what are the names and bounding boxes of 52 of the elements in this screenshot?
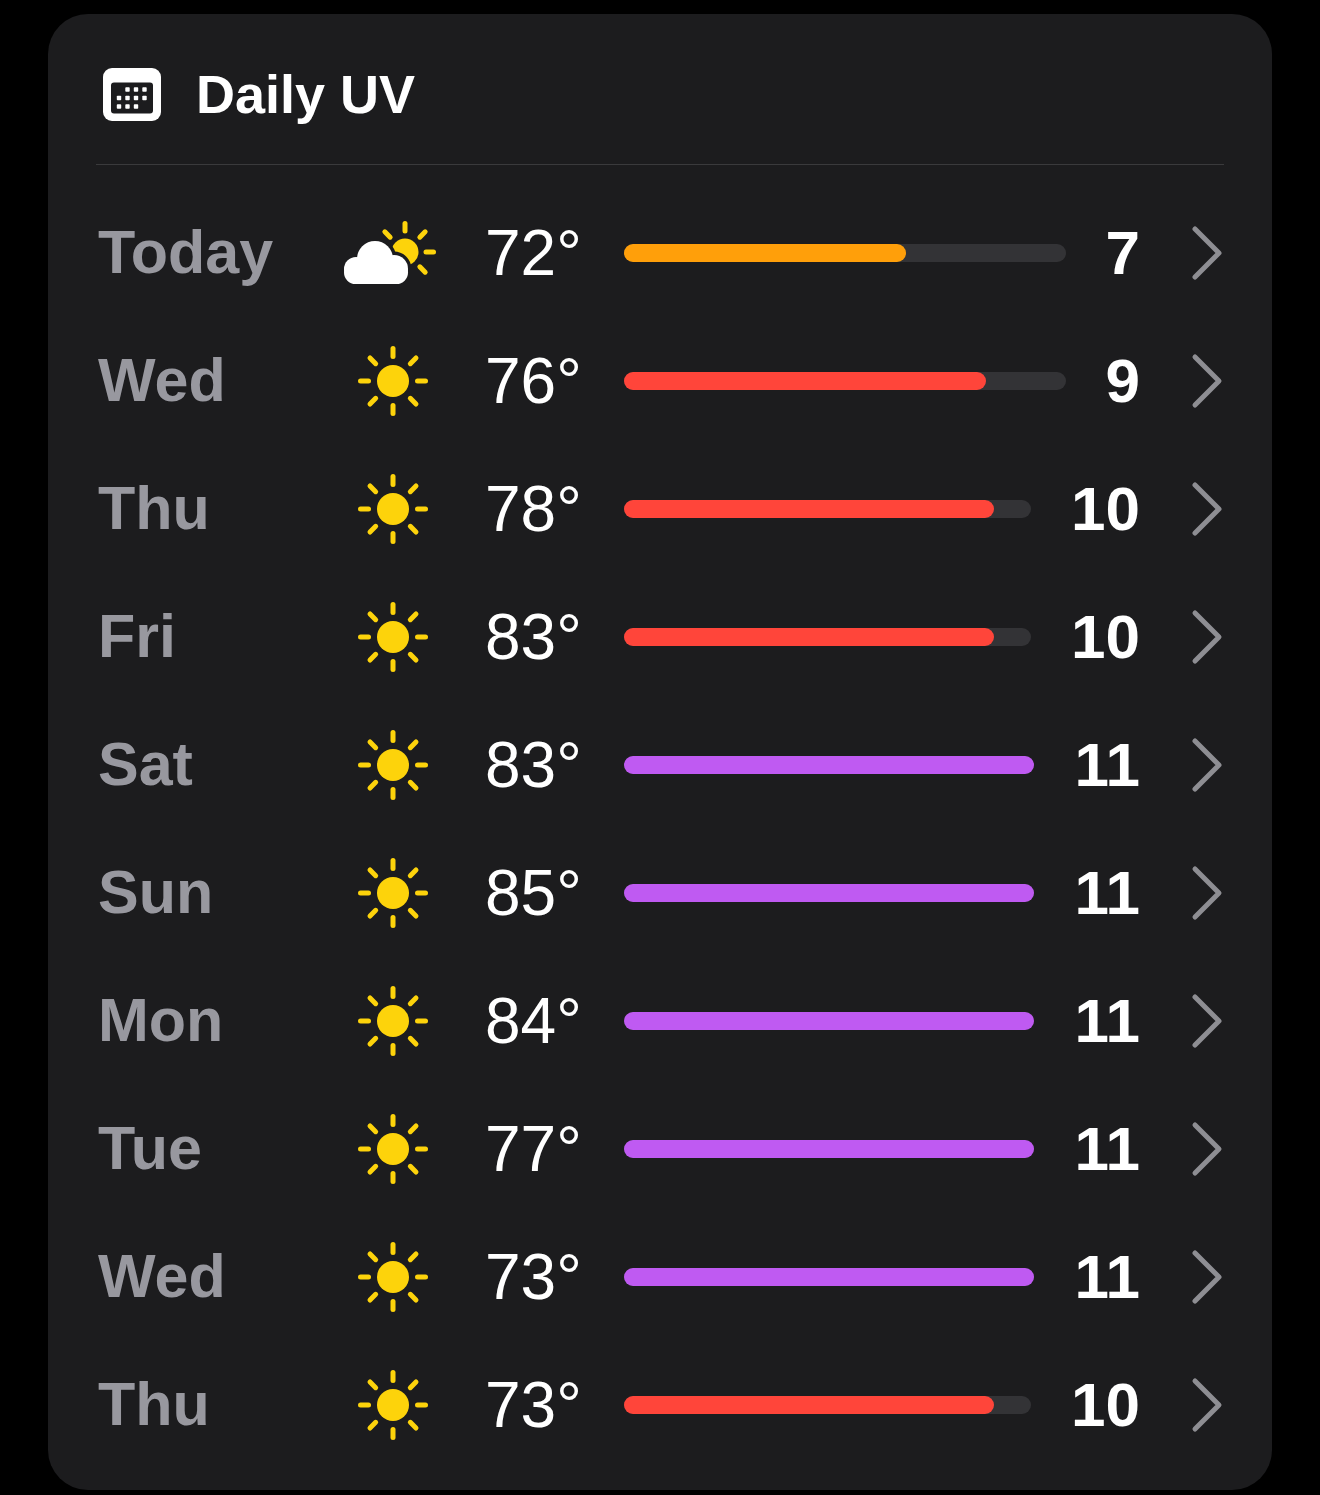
temperature: 73° bbox=[485, 1367, 582, 1443]
sun-icon bbox=[358, 730, 428, 800]
chevron-right-icon[interactable] bbox=[1190, 1121, 1224, 1177]
chevron-right-icon[interactable] bbox=[1190, 481, 1224, 537]
temperature: 76° bbox=[485, 343, 582, 419]
sun-icon bbox=[358, 474, 428, 544]
uv-index-value: 11 bbox=[1074, 984, 1140, 1057]
day-label: Wed bbox=[97, 345, 227, 417]
day-label: Sun bbox=[97, 857, 215, 929]
sun-icon bbox=[358, 1370, 428, 1440]
day-label: Wed bbox=[97, 1241, 227, 1313]
chevron-right-icon[interactable] bbox=[1190, 225, 1224, 281]
sun-icon bbox=[358, 602, 428, 672]
uv-index-value: 11 bbox=[1074, 856, 1140, 929]
uv-index-value: 10 bbox=[1071, 600, 1140, 673]
calendar-icon bbox=[103, 67, 161, 121]
uv-index-value: 10 bbox=[1071, 472, 1140, 545]
temperature: 85° bbox=[485, 855, 582, 931]
chevron-right-icon[interactable] bbox=[1190, 353, 1224, 409]
temperature: 77° bbox=[485, 1111, 582, 1187]
uv-index-value: 9 bbox=[1105, 344, 1140, 417]
uv-index-value: 7 bbox=[1105, 216, 1140, 289]
day-label: Mon bbox=[97, 985, 225, 1057]
sun-behind-cloud-icon bbox=[344, 221, 436, 285]
chevron-right-icon[interactable] bbox=[1190, 865, 1224, 921]
temperature: 72° bbox=[485, 215, 582, 291]
uv-index-value: 11 bbox=[1074, 1112, 1140, 1185]
day-label: Sat bbox=[97, 729, 194, 801]
chevron-right-icon[interactable] bbox=[1190, 1249, 1224, 1305]
uv-index-value: 10 bbox=[1071, 1368, 1140, 1441]
day-label: Today bbox=[97, 217, 275, 289]
sun-icon bbox=[358, 1114, 428, 1184]
temperature: 78° bbox=[485, 471, 582, 547]
sun-icon bbox=[358, 1242, 428, 1312]
day-label: Tue bbox=[97, 1113, 203, 1185]
temperature: 73° bbox=[485, 1239, 582, 1315]
temperature: 83° bbox=[485, 599, 582, 675]
chevron-right-icon[interactable] bbox=[1190, 1377, 1224, 1433]
temperature: 84° bbox=[485, 983, 582, 1059]
day-label: Fri bbox=[97, 601, 177, 673]
uv-index-value: 11 bbox=[1074, 1240, 1140, 1313]
card-title: Daily UV bbox=[196, 62, 416, 126]
day-label: Thu bbox=[97, 473, 211, 545]
uv-index-value: 11 bbox=[1074, 728, 1140, 801]
day-label: Thu bbox=[97, 1369, 211, 1441]
temperature: 83° bbox=[485, 727, 582, 803]
chevron-right-icon[interactable] bbox=[1190, 609, 1224, 665]
sun-icon bbox=[358, 858, 428, 928]
chevron-right-icon[interactable] bbox=[1190, 737, 1224, 793]
sun-icon bbox=[358, 986, 428, 1056]
chevron-right-icon[interactable] bbox=[1190, 993, 1224, 1049]
sun-icon bbox=[358, 346, 428, 416]
